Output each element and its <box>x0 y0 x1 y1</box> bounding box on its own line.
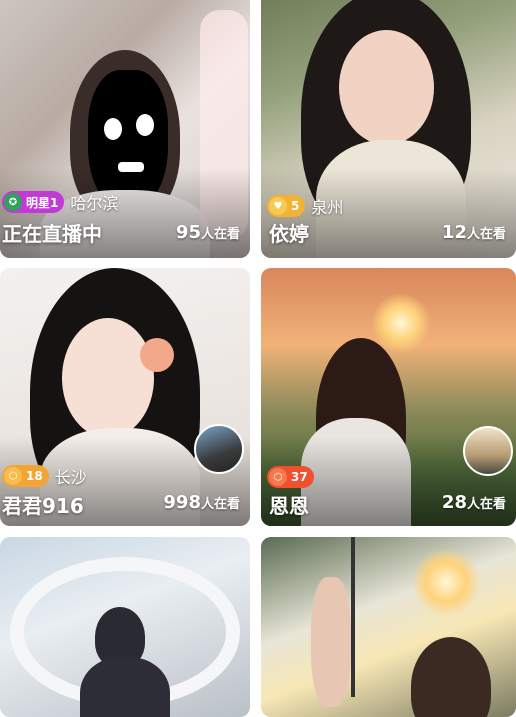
city-label: 哈尔滨 <box>70 194 119 213</box>
hexagon-level-icon: ⬡ <box>269 468 287 486</box>
viewer-count-number: 12 <box>441 222 467 243</box>
streamer-name: 依婷 <box>269 222 309 246</box>
co-host-avatar[interactable] <box>463 426 513 476</box>
viewer-count: 12 人在看 <box>442 222 506 243</box>
stream-card[interactable]: ⬡ 37 恩恩 28 人在看 <box>261 268 516 526</box>
level-badge-label: 18 <box>26 469 43 483</box>
level-badge-label: 37 <box>291 470 308 484</box>
viewer-count-label: 人在看 <box>200 497 240 512</box>
card-meta: ♥ 5 泉州 <box>267 194 343 218</box>
streamer-name: 正在直播中 <box>2 222 102 246</box>
stream-card[interactable]: ♥ 5 泉州 依婷 12 人在看 <box>261 0 516 258</box>
viewer-count-number: 28 <box>441 492 467 513</box>
level-badge: ✪ 明星1 <box>2 191 65 213</box>
level-badge-label: 5 <box>291 199 300 213</box>
stream-card[interactable]: ⬡ 18 长沙 君君916 998 人在看 <box>0 268 250 526</box>
heart-level-icon: ♥ <box>269 197 287 215</box>
streamer-name: 君君916 <box>2 494 84 518</box>
viewer-count-label: 人在看 <box>466 227 506 242</box>
viewer-count: 28 人在看 <box>442 492 506 513</box>
card-meta: ⬡ 18 长沙 <box>2 464 87 488</box>
stream-card[interactable] <box>261 537 516 717</box>
flower-icon <box>140 338 174 372</box>
co-host-avatar[interactable] <box>194 424 244 474</box>
card-meta: ⬡ 37 <box>267 466 314 488</box>
city-label: 泉州 <box>311 198 344 217</box>
level-badge: ♥ 5 <box>267 195 306 217</box>
stream-thumbnail <box>261 537 516 717</box>
hexagon-level-icon: ⬡ <box>4 467 22 485</box>
peace-hand-icon <box>311 577 351 707</box>
live-stream-grid: ✪ 明星1 哈尔滨 正在直播中 95 人在看 ♥ 5 泉州 依婷 12 人在看 … <box>0 0 516 717</box>
viewer-count-label: 人在看 <box>466 497 506 512</box>
level-badge: ⬡ 18 <box>2 465 49 487</box>
star-level-icon: ✪ <box>4 193 22 211</box>
viewer-count: 998 人在看 <box>163 492 240 513</box>
level-badge: ⬡ 37 <box>267 466 314 488</box>
streamer-name: 恩恩 <box>269 494 309 518</box>
card-meta: ✪ 明星1 哈尔滨 <box>2 190 118 214</box>
level-badge-label: 明星1 <box>26 195 59 210</box>
stream-card[interactable]: ✪ 明星1 哈尔滨 正在直播中 95 人在看 <box>0 0 250 258</box>
viewer-count-number: 95 <box>175 222 201 243</box>
viewer-count: 95 人在看 <box>176 222 240 243</box>
city-label: 长沙 <box>54 468 87 487</box>
viewer-count-number: 998 <box>163 492 201 513</box>
viewer-count-label: 人在看 <box>200 227 240 242</box>
stream-card[interactable] <box>0 537 250 717</box>
stream-thumbnail <box>0 537 250 717</box>
